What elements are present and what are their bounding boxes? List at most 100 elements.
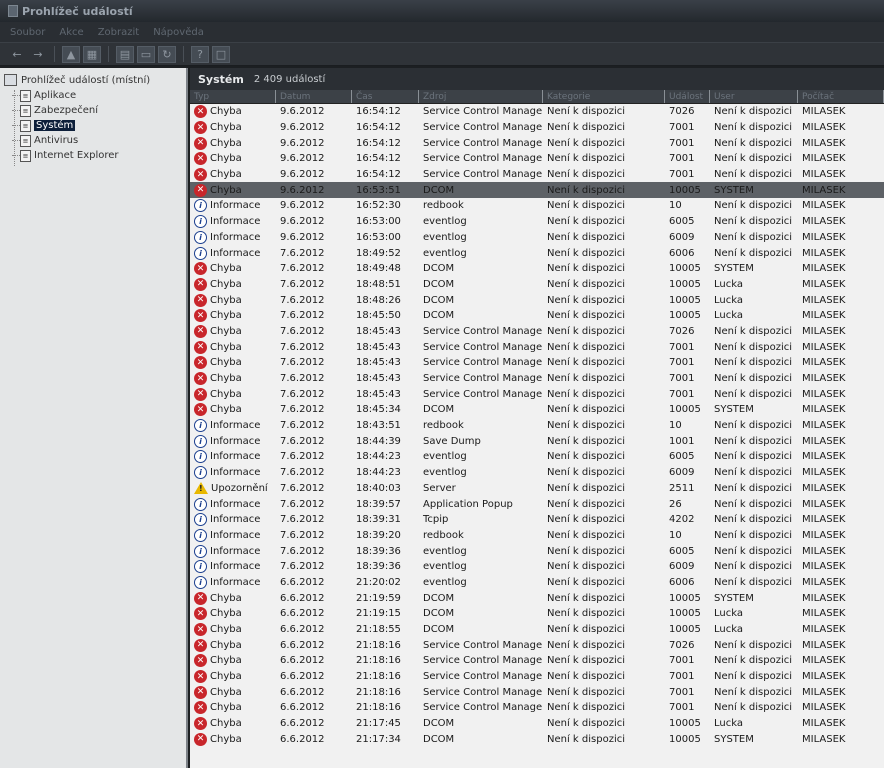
table-row[interactable]: i Informace 9.6.2012 16:52:30 redbook Není k … bbox=[190, 198, 884, 214]
table-row[interactable]: ✕ Chyba 6.6.2012 21:18:16 Service Control Ma… bbox=[190, 637, 884, 653]
table-row[interactable]: ! Upozornění 7.6.2012 18:40:03 Server Není k … bbox=[190, 481, 884, 497]
table-row[interactable]: ✕ Chyba 9.6.2012 16:54:12 Service Control Ma… bbox=[190, 167, 884, 183]
log-icon: ≡ bbox=[20, 89, 31, 102]
table-row[interactable]: ✕ Chyba 6.6.2012 21:17:34 DCOM Není k dispozi… bbox=[190, 732, 884, 748]
tree-item-zabezpeceni[interactable]: ≡ Zabezpečení bbox=[12, 103, 182, 118]
cell-user: Lucka bbox=[714, 294, 743, 306]
table-row[interactable]: i Informace 7.6.2012 18:39:20 redbook Není k … bbox=[190, 528, 884, 544]
cell-computer: MILASEK bbox=[802, 655, 846, 667]
cell-event-id: 7001 bbox=[669, 169, 695, 181]
cell-type: ✕ Chyba bbox=[190, 654, 276, 668]
cell-time: 21:18:16 bbox=[356, 686, 401, 698]
cell-source: Service Control Manager bbox=[423, 357, 543, 369]
table-row[interactable]: ✕ Chyba 7.6.2012 18:45:43 Service Control Ma… bbox=[190, 324, 884, 340]
column-header-cas[interactable]: Čas bbox=[352, 90, 419, 103]
column-header-zdroj[interactable]: Zdroj bbox=[419, 90, 543, 103]
table-row[interactable]: ✕ Chyba 6.6.2012 21:18:16 Service Control Ma… bbox=[190, 669, 884, 685]
table-row[interactable]: ✕ Chyba 7.6.2012 18:48:51 DCOM Není k dispozi… bbox=[190, 277, 884, 293]
cell-event-id: 7001 bbox=[669, 341, 695, 353]
cell-computer: MILASEK bbox=[802, 718, 846, 730]
table-row[interactable]: ✕ Chyba 7.6.2012 18:45:43 Service Control Ma… bbox=[190, 386, 884, 402]
table-row[interactable]: ✕ Chyba 6.6.2012 21:18:55 DCOM Není k dispozi… bbox=[190, 622, 884, 638]
cell-event-id: 10005 bbox=[669, 263, 701, 275]
help-icon[interactable]: ? bbox=[191, 45, 209, 63]
table-row[interactable]: i Informace 7.6.2012 18:39:36 eventlog Není k… bbox=[190, 559, 884, 575]
menu-napoveda[interactable]: Nápověda bbox=[153, 27, 204, 38]
table-row[interactable]: i Informace 7.6.2012 18:44:23 eventlog Není k… bbox=[190, 449, 884, 465]
cell-type-label: Chyba bbox=[210, 169, 242, 181]
cell-category: Není k dispozici bbox=[547, 733, 626, 745]
cell-date: 7.6.2012 bbox=[280, 561, 325, 573]
cell-user: Není k dispozici bbox=[714, 435, 793, 447]
table-row[interactable]: ✕ Chyba 9.6.2012 16:54:12 Service Control Ma… bbox=[190, 135, 884, 151]
cell-category: Není k dispozici bbox=[547, 482, 626, 494]
table-row[interactable]: i Informace 7.6.2012 18:39:36 eventlog Není k… bbox=[190, 543, 884, 559]
cell-type: ✕ Chyba bbox=[190, 340, 276, 354]
tree-item-aplikace[interactable]: ≡ Aplikace bbox=[12, 88, 182, 103]
warning-icon: ! bbox=[194, 482, 208, 495]
export-icon[interactable]: ▭ bbox=[137, 45, 155, 63]
cell-category: Není k dispozici bbox=[547, 216, 626, 228]
back-arrow-icon[interactable]: ← bbox=[8, 46, 26, 63]
table-row[interactable]: ✕ Chyba 7.6.2012 18:45:50 DCOM Není k dispozi… bbox=[190, 308, 884, 324]
table-row[interactable]: ✕ Chyba 6.6.2012 21:18:16 Service Control Ma… bbox=[190, 700, 884, 716]
table-row[interactable]: ✕ Chyba 6.6.2012 21:17:45 DCOM Není k dispozi… bbox=[190, 716, 884, 732]
cell-category: Není k dispozici bbox=[547, 200, 626, 212]
tree-item-label: Antivirus bbox=[34, 135, 79, 146]
table-row[interactable]: ✕ Chyba 9.6.2012 16:54:12 Service Control Ma… bbox=[190, 104, 884, 120]
refresh-icon[interactable]: ↻ bbox=[158, 45, 176, 63]
menu-zobrazit[interactable]: Zobrazit bbox=[98, 27, 140, 38]
table-row[interactable]: i Informace 7.6.2012 18:49:52 eventlog Není k… bbox=[190, 245, 884, 261]
cell-category: Není k dispozici bbox=[547, 435, 626, 447]
cell-type-label: Chyba bbox=[210, 718, 242, 730]
table-row[interactable]: ✕ Chyba 6.6.2012 21:19:15 DCOM Není k dispozi… bbox=[190, 606, 884, 622]
table-row[interactable]: ✕ Chyba 7.6.2012 18:45:34 DCOM Není k dispozi… bbox=[190, 402, 884, 418]
table-row[interactable]: i Informace 9.6.2012 16:53:00 eventlog Není k… bbox=[190, 230, 884, 246]
toolbar: ← → ▲ ▦ ▤ ▭ ↻ ? □ bbox=[0, 42, 884, 66]
table-row[interactable]: i Informace 6.6.2012 21:20:02 eventlog Není k… bbox=[190, 575, 884, 591]
event-rows: ✕ Chyba 9.6.2012 16:54:12 Service Control Ma… bbox=[190, 104, 884, 747]
up-folder-icon[interactable]: ▲ bbox=[62, 45, 80, 63]
table-row[interactable]: i Informace 7.6.2012 18:44:23 eventlog Není k… bbox=[190, 465, 884, 481]
cell-time: 16:54:12 bbox=[356, 169, 401, 181]
column-header-user[interactable]: User bbox=[710, 90, 798, 103]
column-header-datum[interactable]: Datum bbox=[276, 90, 352, 103]
column-header-typ[interactable]: Typ bbox=[190, 90, 276, 103]
table-row[interactable]: i Informace 7.6.2012 18:39:31 Tcpip Není k di… bbox=[190, 512, 884, 528]
table-row[interactable]: ✕ Chyba 7.6.2012 18:45:43 Service Control Ma… bbox=[190, 355, 884, 371]
table-row[interactable]: ✕ Chyba 7.6.2012 18:49:48 DCOM Není k dispozi… bbox=[190, 261, 884, 277]
table-row[interactable]: ✕ Chyba 6.6.2012 21:18:16 Service Control Ma… bbox=[190, 684, 884, 700]
menu-soubor[interactable]: Soubor bbox=[10, 27, 45, 38]
table-row[interactable]: i Informace 7.6.2012 18:43:51 redbook Není k … bbox=[190, 418, 884, 434]
table-row[interactable]: i Informace 7.6.2012 18:39:57 Application Po… bbox=[190, 496, 884, 512]
table-row[interactable]: ✕ Chyba 7.6.2012 18:45:43 Service Control Ma… bbox=[190, 339, 884, 355]
cell-computer: MILASEK bbox=[802, 514, 846, 526]
table-row[interactable]: ✕ Chyba 9.6.2012 16:54:12 Service Control Ma… bbox=[190, 151, 884, 167]
cell-type-label: Chyba bbox=[210, 608, 242, 620]
cell-type-label: Chyba bbox=[210, 686, 242, 698]
column-header-udalost[interactable]: Událost bbox=[665, 90, 710, 103]
error-icon: ✕ bbox=[194, 121, 207, 135]
table-row[interactable]: i Informace 7.6.2012 18:44:39 Save Dump Není … bbox=[190, 433, 884, 449]
forward-arrow-icon[interactable]: → bbox=[29, 46, 47, 63]
table-row[interactable]: ✕ Chyba 7.6.2012 18:45:43 Service Control Ma… bbox=[190, 371, 884, 387]
table-row[interactable]: ✕ Chyba 9.6.2012 16:54:12 Service Control Ma… bbox=[190, 120, 884, 136]
cell-type-label: Informace bbox=[210, 498, 261, 510]
menu-akce[interactable]: Akce bbox=[59, 27, 83, 38]
table-row[interactable]: i Informace 9.6.2012 16:53:00 eventlog Není k… bbox=[190, 214, 884, 230]
table-row[interactable]: ✕ Chyba 7.6.2012 18:48:26 DCOM Není k dispozi… bbox=[190, 292, 884, 308]
column-header-kategorie[interactable]: Kategorie bbox=[543, 90, 665, 103]
column-header-pocitac[interactable]: Počítač bbox=[798, 90, 884, 103]
tree-root[interactable]: Prohlížeč událostí (místní) bbox=[4, 72, 182, 88]
tree-item-system[interactable]: ≡ Systém bbox=[12, 118, 182, 133]
table-row[interactable]: ✕ Chyba 6.6.2012 21:18:16 Service Control Ma… bbox=[190, 653, 884, 669]
tree-item-label: Internet Explorer bbox=[34, 150, 119, 161]
tree-item-internet-explorer[interactable]: ≡ Internet Explorer bbox=[12, 148, 182, 163]
show-hide-tree-icon[interactable]: ▦ bbox=[83, 45, 101, 63]
table-row[interactable]: ✕ Chyba 9.6.2012 16:53:51 DCOM Není k dispozi… bbox=[190, 182, 884, 199]
tree-item-antivirus[interactable]: ≡ Antivirus bbox=[12, 133, 182, 148]
properties-icon[interactable]: ▤ bbox=[116, 45, 134, 63]
table-row[interactable]: ✕ Chyba 6.6.2012 21:19:59 DCOM Není k dispozi… bbox=[190, 590, 884, 606]
new-window-icon[interactable]: □ bbox=[212, 45, 230, 63]
cell-type-label: Chyba bbox=[210, 106, 242, 118]
